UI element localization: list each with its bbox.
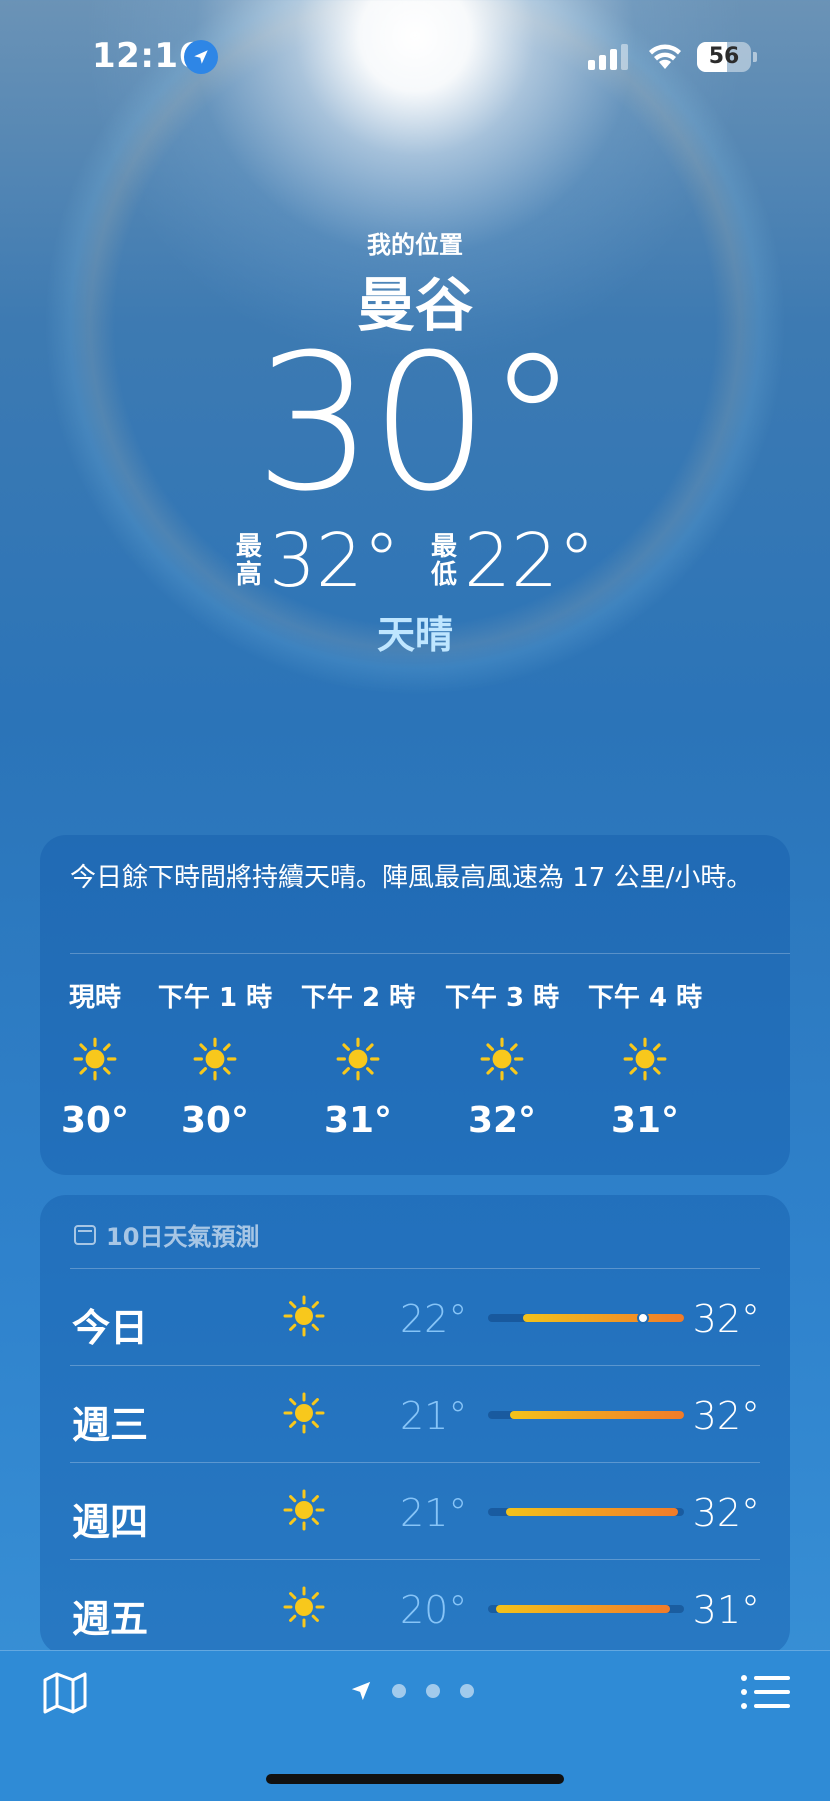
divider	[70, 953, 790, 954]
hour-label: 下午 3 時	[444, 983, 560, 1013]
sun-icon	[73, 1037, 117, 1081]
current-temperature: 30°	[254, 314, 579, 533]
forecast-day-row[interactable]: 週四 21° 32°	[70, 1463, 760, 1560]
page-dot[interactable]	[426, 1684, 440, 1698]
list-icon[interactable]	[740, 1672, 790, 1712]
battery-percentage: 56	[708, 44, 740, 69]
hour-temperature: 31°	[323, 1100, 393, 1141]
map-icon[interactable]	[42, 1670, 88, 1716]
forecast-day-row[interactable]: 週五 20° 31°	[70, 1560, 760, 1657]
low-label: 最低	[430, 532, 457, 590]
calendar-icon	[74, 1224, 96, 1245]
low-temperature: 22°	[464, 518, 596, 604]
sun-icon	[283, 1295, 325, 1337]
page-indicator[interactable]	[350, 1680, 474, 1702]
temperature-range-fill	[509, 1411, 684, 1419]
forecast-day-row[interactable]: 今日 22° 32°	[70, 1269, 760, 1366]
hourly-list[interactable]: 現時 30° 下午 1 時 30° 下午 2 時 31° 下午 3 時 32° 下午 4 時 31…	[40, 978, 790, 1168]
hour-label: 下午 1 時	[157, 983, 273, 1013]
sun-icon	[283, 1392, 325, 1434]
sun-icon	[480, 1037, 524, 1081]
hour-temperature: 31°	[610, 1100, 680, 1141]
temperature-range-fill	[495, 1605, 671, 1613]
day-name: 週四	[72, 1500, 149, 1544]
day-high-temperature: 32°	[692, 1394, 760, 1438]
hour-label: 下午 2 時	[300, 983, 416, 1013]
temperature-range-bar	[488, 1411, 684, 1419]
hourly-item: 下午 2 時 31°	[283, 978, 433, 1141]
temperature-range-bar	[488, 1508, 684, 1516]
day-name: 週三	[72, 1403, 149, 1447]
high-label: 最高	[235, 532, 262, 590]
high-low-temperature: 最高 32° 最低 22°	[0, 518, 830, 604]
forecast-title: 10日天氣預測	[106, 1223, 260, 1251]
page-dot[interactable]	[392, 1684, 406, 1698]
temperature-range-bar	[488, 1312, 684, 1324]
sun-icon	[193, 1037, 237, 1081]
forecast-header: 10日天氣預測	[74, 1217, 259, 1252]
weather-summary: 今日餘下時間將持續天晴。陣風最高風速為 17 公里/小時。	[70, 863, 753, 893]
day-name: 今日	[72, 1306, 149, 1350]
sun-icon	[283, 1489, 325, 1531]
hourly-item: 下午 4 時 31°	[570, 978, 720, 1141]
battery-indicator: 56	[697, 42, 757, 72]
weather-condition: 天晴	[376, 613, 453, 657]
current-location-page-icon[interactable]	[350, 1680, 372, 1702]
hourly-item: 下午 3 時 32°	[427, 978, 577, 1141]
home-indicator[interactable]	[266, 1774, 564, 1784]
temperature-range-fill	[505, 1508, 679, 1516]
day-high-temperature: 31°	[692, 1588, 760, 1632]
sun-icon	[336, 1037, 380, 1081]
hourly-forecast-card[interactable]: 今日餘下時間將持續天晴。陣風最高風速為 17 公里/小時。 現時 30° 下午 1 …	[40, 835, 790, 1175]
page-dot[interactable]	[460, 1684, 474, 1698]
high-temperature: 32°	[268, 518, 400, 604]
current-temperature-marker	[636, 1312, 649, 1324]
day-high-temperature: 32°	[692, 1491, 760, 1535]
hour-temperature: 30°	[180, 1100, 250, 1141]
wifi-icon	[649, 44, 681, 69]
hour-label: 下午 4 時	[587, 983, 703, 1013]
my-location-label: 我的位置	[367, 231, 463, 259]
temperature-range-bar	[488, 1605, 684, 1613]
day-high-temperature: 32°	[692, 1297, 760, 1341]
temperature-range-fill	[523, 1314, 684, 1322]
sun-icon	[283, 1586, 325, 1628]
ten-day-forecast-card[interactable]: 10日天氣預測 今日 22° 32° 週三 21° 32° 週四 21° 32° 週五 20° 31°	[40, 1195, 790, 1655]
cellular-signal-icon	[588, 44, 628, 70]
hourly-item: 下午 1 時 30°	[140, 978, 290, 1141]
sun-icon	[623, 1037, 667, 1081]
forecast-day-row[interactable]: 週三 21° 32°	[70, 1366, 760, 1463]
location-arrow-icon	[184, 40, 218, 74]
hour-temperature: 32°	[467, 1100, 537, 1141]
day-name: 週五	[72, 1597, 149, 1641]
